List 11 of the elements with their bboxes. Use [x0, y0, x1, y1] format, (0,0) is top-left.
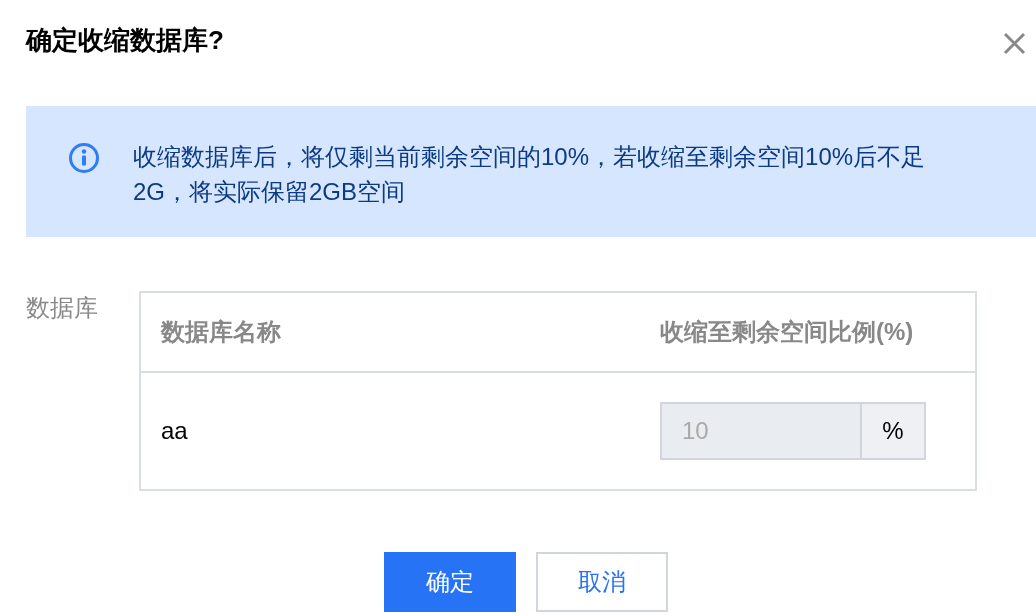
column-header: 数据库名称 — [159, 317, 282, 347]
unit-addon: % — [860, 402, 926, 460]
dialog-title: 确定收缩数据库? — [26, 24, 224, 56]
notice-text: 收缩数据库后，将仅剩当前剩余空间的10%，若收缩至剩余空间10%后不足2G，将实际保留2GB空间 — [133, 142, 927, 207]
table-cell-text: aa — [160, 417, 189, 445]
cancel-button[interactable]: 取消 — [535, 552, 668, 612]
close-icon[interactable] — [1003, 31, 1026, 55]
field-label: 数据库 — [26, 293, 99, 323]
column-header: 收缩至剩余空间比例(%) — [660, 317, 915, 347]
confirm-button[interactable]: 确定 — [383, 552, 516, 612]
info-icon — [68, 142, 100, 174]
